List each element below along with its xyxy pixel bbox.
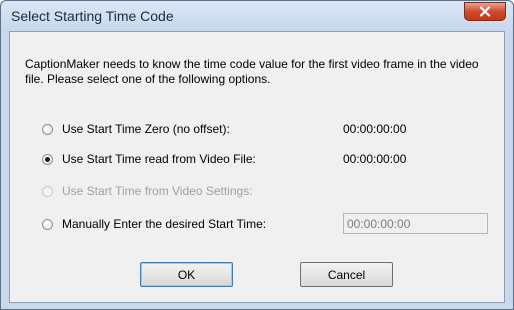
- radio-start-time-zero[interactable]: [42, 123, 53, 135]
- option-label: Use Start Time from Video Settings:: [62, 184, 253, 198]
- dialog-window: Select Starting Time Code CaptionMaker n…: [0, 0, 514, 310]
- option-manual-start-time[interactable]: Manually Enter the desired Start Time:: [42, 217, 266, 231]
- radio-manual-start-time[interactable]: [42, 218, 53, 230]
- timecode-value: 00:00:00:00: [343, 122, 407, 136]
- close-button[interactable]: [464, 2, 506, 21]
- ok-button[interactable]: OK: [140, 262, 233, 287]
- option-label: Manually Enter the desired Start Time:: [62, 217, 267, 231]
- dialog-body: CaptionMaker needs to know the time code…: [9, 31, 505, 303]
- cancel-button[interactable]: Cancel: [300, 262, 393, 287]
- manual-start-time-input[interactable]: 00:00:00:00: [343, 213, 488, 234]
- radio-start-time-video-file[interactable]: [42, 153, 53, 165]
- option-start-time-zero[interactable]: Use Start Time Zero (no offset):: [42, 122, 230, 136]
- close-icon: [479, 6, 491, 17]
- description-text: CaptionMaker needs to know the time code…: [25, 57, 479, 86]
- option-start-time-video-file[interactable]: Use Start Time read from Video File:: [42, 152, 256, 166]
- window-title: Select Starting Time Code: [11, 8, 174, 24]
- option-start-time-video-settings: Use Start Time from Video Settings:: [42, 184, 253, 198]
- timecode-value: 00:00:00:00: [343, 152, 407, 166]
- radio-start-time-video-settings: [42, 185, 53, 197]
- option-label: Use Start Time read from Video File:: [62, 152, 256, 166]
- option-label: Use Start Time Zero (no offset):: [62, 122, 230, 136]
- title-bar[interactable]: Select Starting Time Code: [1, 1, 513, 31]
